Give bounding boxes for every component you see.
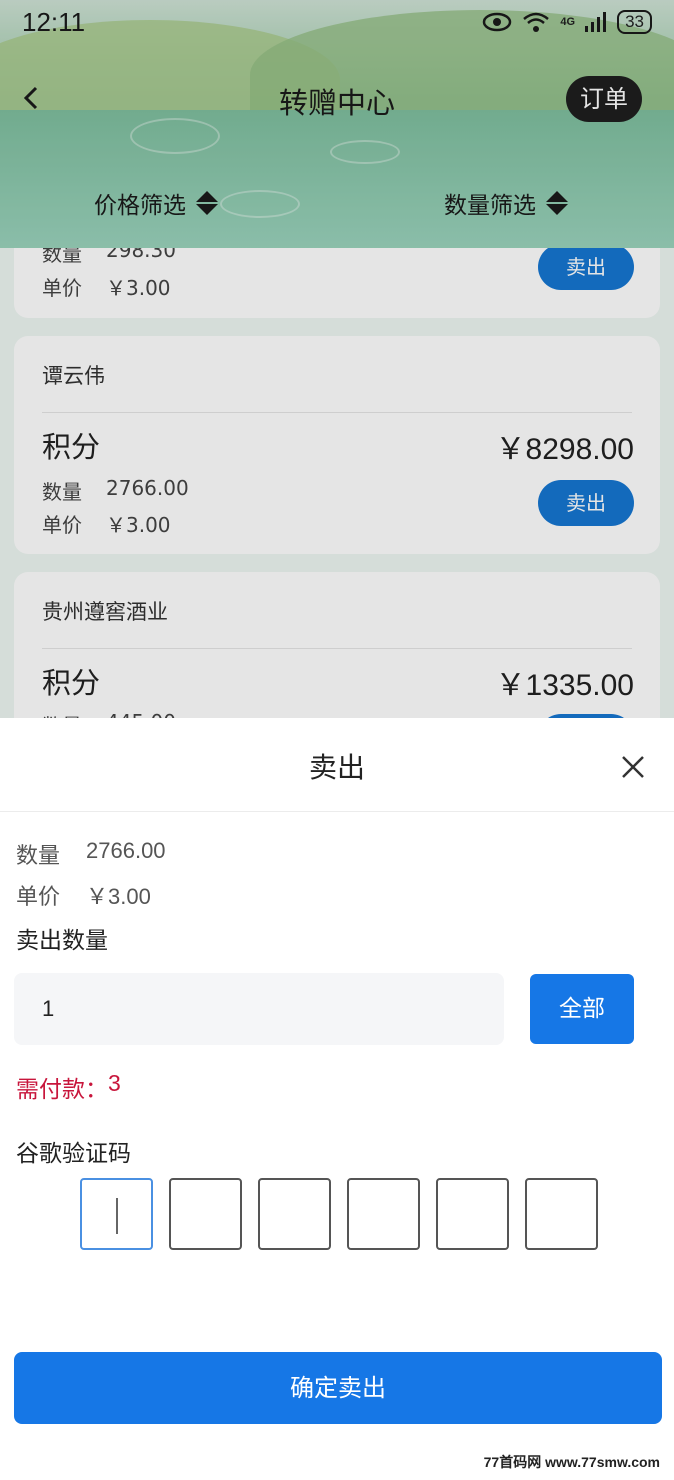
quantity-filter-label: 数量筛选 (444, 193, 536, 219)
transfer-center-page: 12:11 4G 33 转赠中心 订单 价格筛选 数量筛选 数量 298.30 … (0, 0, 674, 718)
battery-indicator: 33 (617, 10, 652, 34)
code-digit-box[interactable] (258, 1178, 331, 1250)
watermark-text: 77首码网 www.77smw.com (479, 1450, 664, 1474)
top-nav: 转赠中心 订单 (0, 70, 674, 126)
price-label: 单价 (42, 276, 82, 300)
price-label: 单价 (16, 885, 61, 910)
quantity-filter[interactable]: 数量筛选 (444, 186, 568, 220)
price-filter-label: 价格筛选 (94, 193, 186, 219)
sort-icon (546, 191, 568, 215)
orders-button[interactable]: 订单 (566, 76, 642, 122)
sell-qty-input[interactable] (14, 973, 504, 1045)
price-row: 单价 ￥3.00 (42, 272, 171, 301)
qty-row: 数量 298.30 (42, 248, 176, 267)
asset-kind: 积分 (42, 666, 101, 700)
seller-name: 谭云伟 (42, 364, 105, 388)
sell-sheet: 卖出 数量 2766.00 单价 ￥3.00 卖出数量 全部 需付款： 3 谷歌… (0, 718, 674, 1480)
sell-button[interactable]: 卖出 (538, 248, 634, 290)
payment-label: 需付款： (16, 1077, 108, 1103)
ripple-decoration (330, 140, 400, 164)
price-value: ￥3.00 (106, 513, 171, 537)
price-row: 单价 ￥3.00 (42, 509, 171, 538)
qty-row: 数量 2766.00 (42, 476, 189, 505)
qty-label: 数量 (42, 480, 82, 504)
qty-value: 2766.00 (86, 838, 166, 863)
listing-card: 谭云伟 积分 ￥8298.00 数量 2766.00 单价 ￥3.00 卖出 (14, 336, 660, 554)
qty-value: 298.30 (106, 248, 176, 262)
qty-label: 数量 (42, 710, 82, 718)
listing-list: 数量 298.30 单价 ￥3.00 卖出 谭云伟 积分 ￥8298.00 数量… (0, 248, 674, 718)
sheet-qty-row: 数量 2766.00 (16, 838, 166, 870)
code-digit-box[interactable] (169, 1178, 242, 1250)
price-value: ￥3.00 (106, 276, 171, 300)
google-code-label: 谷歌验证码 (16, 1141, 131, 1167)
sheet-header: 卖出 (0, 718, 674, 812)
close-icon[interactable] (620, 754, 646, 780)
price-label: 单价 (42, 513, 82, 537)
code-digit-box[interactable] (80, 1178, 153, 1250)
qty-value: 2766.00 (106, 476, 189, 500)
code-digit-box[interactable] (436, 1178, 509, 1250)
eye-icon (483, 12, 512, 32)
listing-card: 数量 298.30 单价 ￥3.00 卖出 (14, 248, 660, 318)
code-digit-box[interactable] (347, 1178, 420, 1250)
confirm-sell-button[interactable]: 确定卖出 (14, 1352, 662, 1424)
code-digit-box[interactable] (525, 1178, 598, 1250)
filter-bar: 价格筛选 数量筛选 (0, 186, 674, 232)
payment-value: 3 (108, 1070, 121, 1096)
sort-icon (196, 191, 218, 215)
asset-kind: 积分 (42, 430, 101, 464)
divider (42, 648, 632, 649)
verification-code-input (80, 1178, 598, 1250)
status-icons: 4G 33 (482, 10, 652, 34)
status-time: 12:11 (22, 6, 86, 37)
listing-card: 贵州遵窖酒业 积分 ￥1335.00 数量 445.00 (14, 572, 660, 718)
all-button[interactable]: 全部 (530, 974, 634, 1044)
signal-icon (585, 12, 607, 32)
price-value: ￥3.00 (86, 884, 151, 909)
price-filter[interactable]: 价格筛选 (94, 186, 218, 220)
qty-label: 数量 (42, 248, 82, 266)
text-caret (116, 1198, 118, 1234)
sell-button[interactable]: 卖出 (538, 480, 634, 526)
sheet-title: 卖出 (308, 751, 365, 784)
wifi-icon (523, 12, 550, 32)
qty-label: 数量 (16, 844, 61, 869)
qty-value: 445.00 (106, 710, 176, 718)
sell-qty-label: 卖出数量 (16, 928, 108, 954)
network-type: 4G (560, 16, 576, 28)
total-amount: ￥8298.00 (495, 433, 634, 466)
qty-row: 数量 445.00 (42, 710, 176, 718)
total-amount: ￥1335.00 (495, 669, 634, 702)
sheet-price-row: 单价 ￥3.00 (16, 879, 151, 911)
payment-due: 需付款： 3 (16, 1070, 121, 1104)
seller-name: 贵州遵窖酒业 (42, 600, 168, 624)
divider (42, 412, 632, 413)
status-bar: 12:11 4G 33 (0, 0, 674, 44)
